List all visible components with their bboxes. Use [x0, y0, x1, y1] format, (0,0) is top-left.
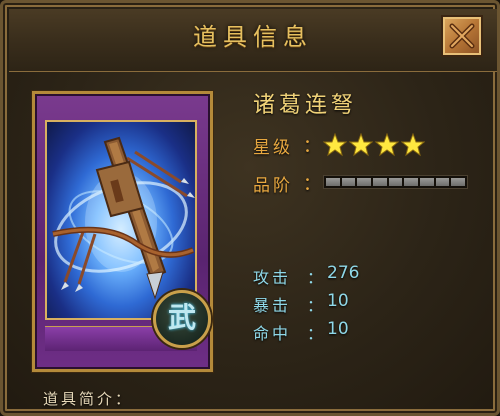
stat-label-attack: 攻击	[253, 268, 292, 287]
stat-colon-attack: ：	[307, 268, 324, 287]
stat-label-crit: 暴击	[253, 296, 292, 315]
item-name: 诸葛连弩	[253, 93, 358, 118]
grade-segment	[341, 178, 356, 186]
grade-segment	[326, 178, 340, 186]
stat-value-hit: 10	[327, 319, 349, 339]
grade-segment	[388, 178, 403, 186]
star-icon	[348, 132, 374, 157]
crossbow-icon	[52, 136, 195, 300]
weapon-type-badge: 武	[153, 290, 211, 348]
grade-label: 品阶	[253, 176, 293, 196]
grade-segment	[357, 178, 372, 186]
panel-title: 道具信息	[193, 23, 313, 51]
stat-colon-hit: ：	[307, 324, 324, 343]
stat-label-hit: 命中	[253, 324, 292, 343]
stat-colon-crit: ：	[307, 296, 324, 315]
item-description-label: 道具简介：	[43, 390, 134, 408]
close-button[interactable]	[441, 15, 483, 57]
item-card: 武	[32, 91, 213, 372]
star-icon	[322, 132, 348, 157]
star-rating	[322, 132, 427, 161]
grade-segment	[420, 178, 434, 186]
grade-segment	[451, 178, 466, 186]
grade-colon: ：	[303, 174, 321, 195]
star-level-label: 星级	[253, 138, 293, 158]
item-info-panel: 道具信息 武 诸葛连弩 星级 ： 品阶 ： 攻击 ： 276 暴击 ： 10 命…	[0, 0, 500, 416]
grade-segment	[404, 178, 419, 186]
close-x-icon	[449, 23, 475, 49]
stat-value-crit: 10	[327, 291, 349, 311]
star-icon	[400, 132, 426, 157]
stat-value-attack: 276	[327, 263, 360, 283]
star-level-colon: ：	[303, 136, 321, 157]
grade-progress-bar	[323, 175, 468, 189]
grade-segment	[373, 178, 387, 186]
star-icon	[374, 132, 400, 157]
grade-segment	[435, 178, 450, 186]
